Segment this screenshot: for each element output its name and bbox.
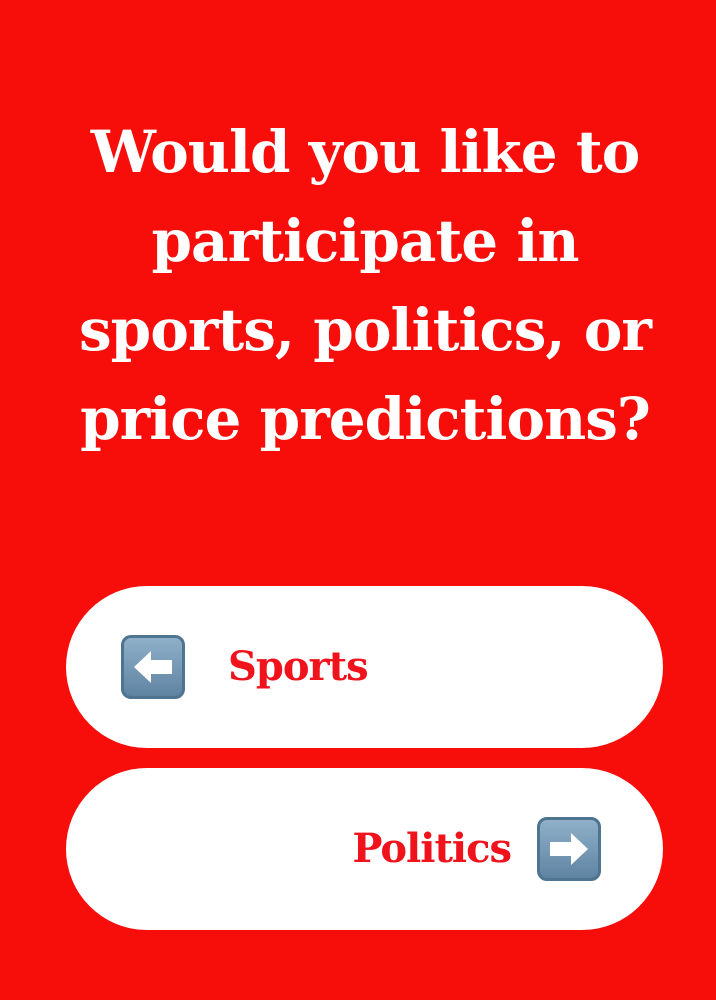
question-text: Would you like to participate in sports,… — [78, 118, 652, 453]
politics-label: Politics — [352, 825, 512, 872]
left-arrow-icon — [121, 635, 185, 699]
sports-button[interactable]: Sports — [66, 586, 663, 748]
politics-button[interactable]: Politics — [66, 768, 663, 930]
sports-label: Sports — [228, 643, 369, 690]
right-arrow-icon — [537, 817, 601, 881]
